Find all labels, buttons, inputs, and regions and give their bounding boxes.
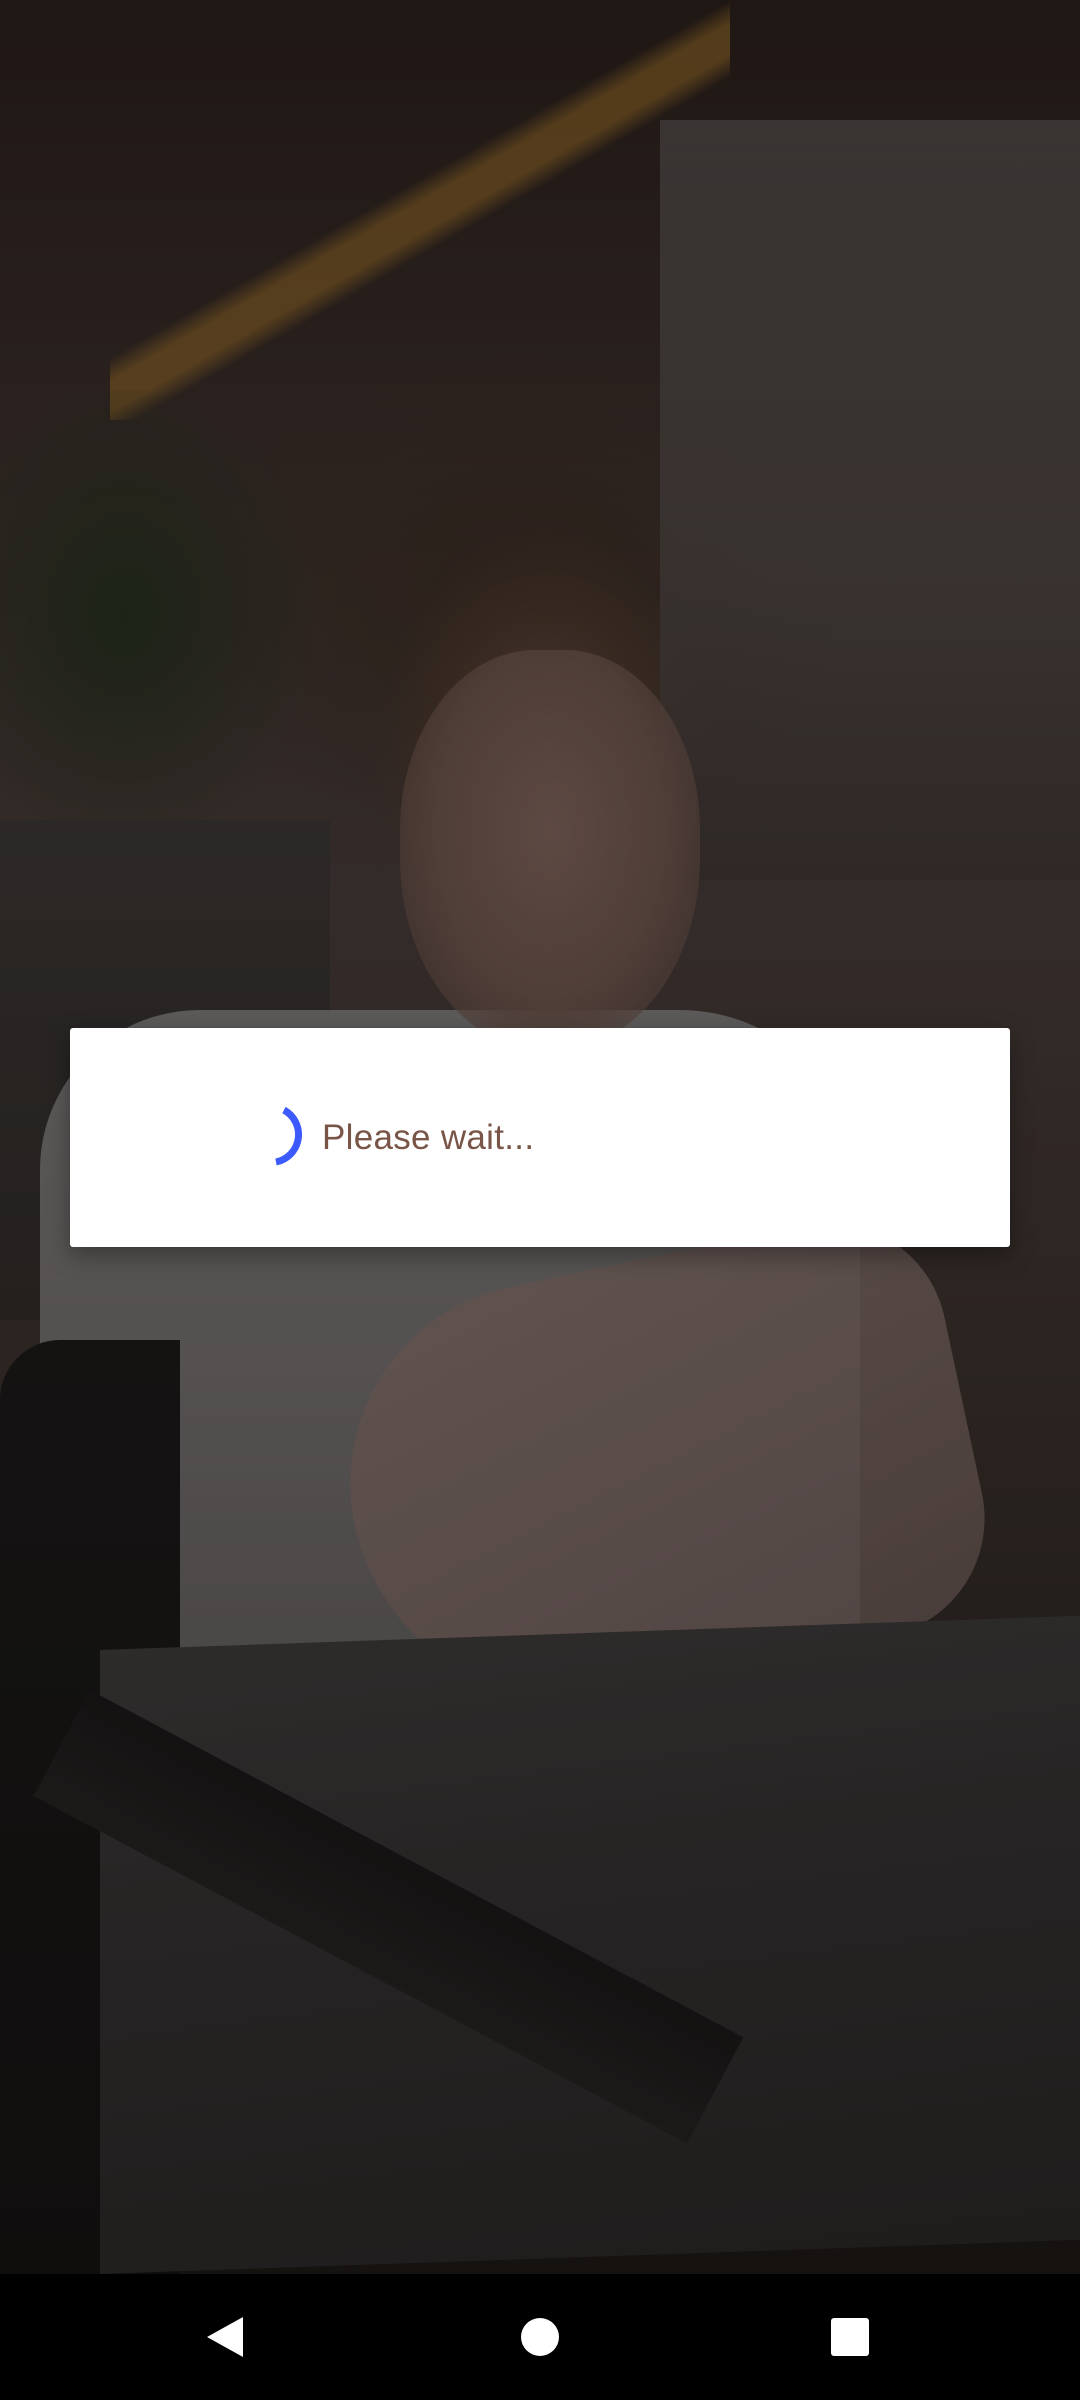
nav-back-button[interactable]	[155, 2274, 295, 2400]
progress-dialog: Please wait...	[70, 1028, 1010, 1247]
back-triangle-icon	[207, 2317, 243, 2357]
screen: Please wait...	[0, 0, 1080, 2400]
progress-spinner-icon	[275, 1106, 303, 1166]
progress-message: Please wait...	[322, 1117, 535, 1157]
recents-square-icon	[831, 2318, 869, 2356]
navigation-bar	[0, 2274, 1080, 2400]
home-circle-icon	[521, 2318, 559, 2356]
nav-home-button[interactable]	[470, 2274, 610, 2400]
nav-recents-button[interactable]	[780, 2274, 920, 2400]
